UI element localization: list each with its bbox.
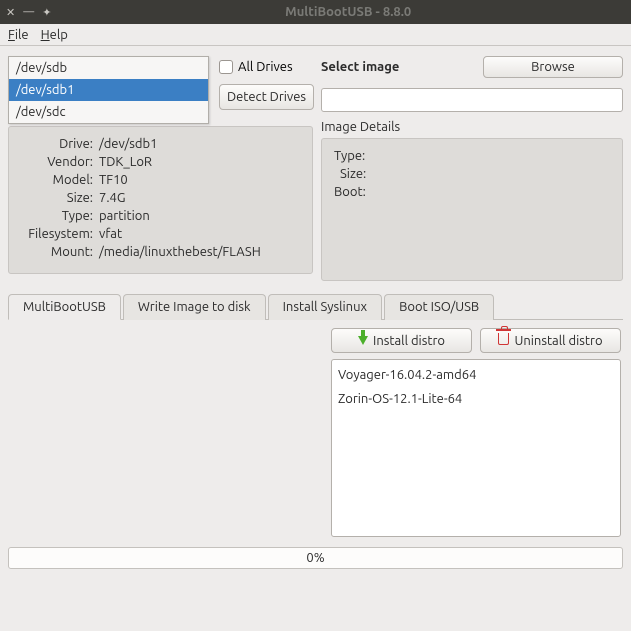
- maximize-icon[interactable]: ✦: [42, 6, 51, 19]
- window-title: MultiBootUSB - 8.8.0: [71, 5, 625, 19]
- list-item[interactable]: Zorin-OS-12.1-Lite-64: [338, 390, 614, 414]
- select-image-title: Select image: [321, 60, 399, 74]
- image-details-title: Image Details: [321, 120, 623, 134]
- distro-list[interactable]: Voyager-16.04.2-amd64 Zorin-OS-12.1-Lite…: [331, 359, 621, 537]
- size-value: 7.4G: [99, 191, 304, 205]
- list-item[interactable]: Voyager-16.04.2-amd64: [338, 366, 614, 390]
- download-arrow-icon: [358, 334, 368, 348]
- drive-option[interactable]: /dev/sdb1: [9, 79, 208, 101]
- filesystem-value: vfat: [99, 227, 304, 241]
- progress-text: 0%: [306, 551, 324, 565]
- filesystem-label: Filesystem:: [17, 227, 99, 241]
- type-value: partition: [99, 209, 304, 223]
- drive-value: /dev/sdb1: [99, 137, 304, 151]
- mount-label: Mount:: [17, 245, 99, 259]
- all-drives-label: All Drives: [238, 60, 293, 74]
- type-label: Type:: [17, 209, 99, 223]
- close-icon[interactable]: ✕: [6, 6, 15, 19]
- install-distro-button[interactable]: Install distro: [331, 328, 472, 353]
- size-label: Size:: [17, 191, 99, 205]
- vendor-label: Vendor:: [17, 155, 99, 169]
- trash-icon: [498, 333, 509, 348]
- image-details-box: Type: Size: Boot:: [321, 138, 623, 281]
- drive-option[interactable]: /dev/sdb: [9, 57, 208, 79]
- drive-select-dropdown[interactable]: /dev/sdb /dev/sdb1 /dev/sdc: [8, 56, 209, 124]
- menubar: File Help: [0, 24, 631, 46]
- install-label: Install distro: [373, 334, 445, 348]
- tab-left-panel: [10, 328, 323, 537]
- image-type-label: Type:: [334, 149, 610, 163]
- tabs-section: MultiBootUSB Write Image to disk Install…: [8, 293, 623, 539]
- titlebar: ✕ — ✦ MultiBootUSB - 8.8.0: [0, 0, 631, 24]
- tab-multibootusb[interactable]: MultiBootUSB: [8, 294, 121, 320]
- browse-button[interactable]: Browse: [483, 56, 623, 78]
- tab-row: MultiBootUSB Write Image to disk Install…: [8, 293, 623, 320]
- all-drives-checkbox[interactable]: [219, 60, 233, 74]
- tab-install-syslinux[interactable]: Install Syslinux: [268, 294, 382, 320]
- main-content: /dev/sdb /dev/sdb1 /dev/sdc All Drives D…: [0, 46, 631, 631]
- detect-drives-button[interactable]: Detect Drives: [219, 84, 314, 110]
- drive-option[interactable]: /dev/sdc: [9, 101, 208, 123]
- tab-content: Install distro Uninstall distro Voyager-…: [8, 320, 623, 539]
- image-boot-label: Boot:: [334, 185, 610, 199]
- drive-details-box: Drive:/dev/sdb1 Vendor:TDK_LoR Model:TF1…: [8, 126, 313, 274]
- menu-help[interactable]: Help: [41, 28, 68, 42]
- mount-value: /media/linuxthebest/FLASH: [99, 245, 304, 259]
- menu-file[interactable]: File: [8, 28, 29, 42]
- uninstall-distro-button[interactable]: Uninstall distro: [480, 328, 621, 353]
- model-value: TF10: [99, 173, 304, 187]
- progress-bar: 0%: [8, 547, 623, 569]
- uninstall-label: Uninstall distro: [514, 334, 602, 348]
- image-path-input[interactable]: [321, 88, 623, 112]
- tab-write-image[interactable]: Write Image to disk: [123, 294, 266, 320]
- drive-label: Drive:: [17, 137, 99, 151]
- tab-boot-iso[interactable]: Boot ISO/USB: [384, 294, 494, 320]
- minimize-icon[interactable]: —: [23, 6, 34, 19]
- image-size-label: Size:: [334, 167, 610, 181]
- vendor-value: TDK_LoR: [99, 155, 304, 169]
- model-label: Model:: [17, 173, 99, 187]
